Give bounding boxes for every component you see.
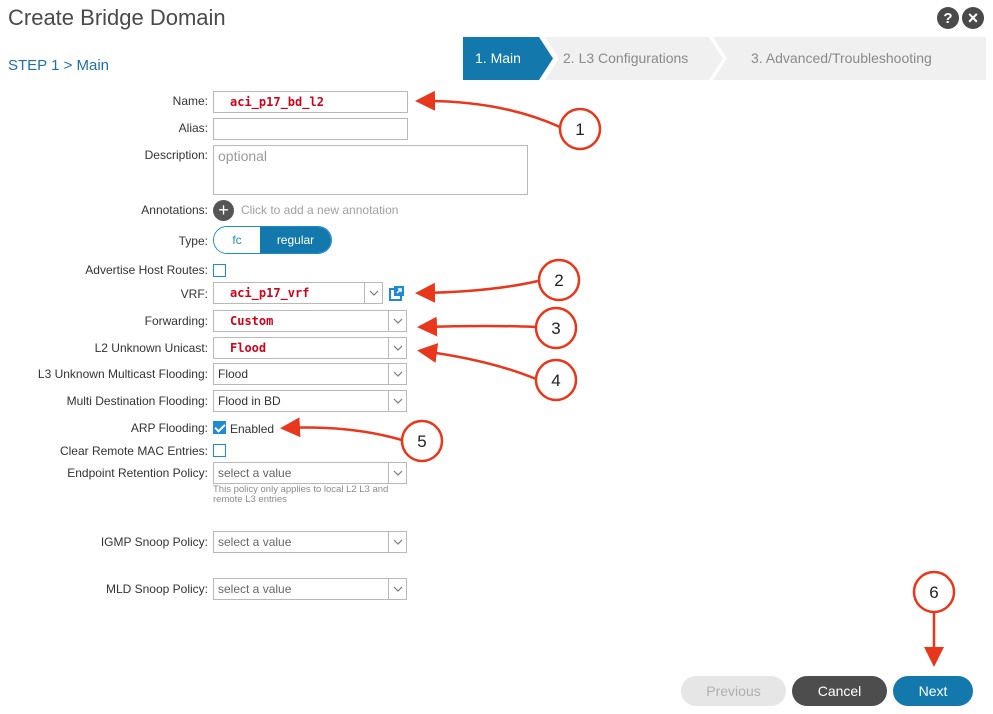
chevron-down-icon[interactable]	[388, 364, 406, 384]
name-label: Name:	[172, 94, 208, 108]
callout-circle-1	[558, 107, 602, 151]
add-annotation-icon[interactable]: +	[213, 200, 234, 221]
type-label: Type:	[178, 234, 208, 248]
endpoint-retention-value: select a value	[218, 466, 292, 480]
alias-input[interactable]	[213, 118, 408, 140]
annotation-overlay: 1 2 3 4 5 6	[280, 90, 956, 667]
multi-destination-label: Multi Destination Flooding:	[66, 394, 208, 408]
clear-remote-mac-checkbox[interactable]	[213, 444, 226, 457]
igmp-snoop-value: select a value	[218, 535, 292, 549]
endpoint-retention-hint: This policy only applies to local L2 L3 …	[213, 484, 389, 505]
multi-destination-value: Flood in BD	[218, 394, 281, 408]
dialog-title: Create Bridge Domain	[8, 5, 226, 30]
multi-destination-select[interactable]: Flood in BD	[213, 390, 407, 412]
mld-snoop-select[interactable]: select a value	[213, 578, 407, 600]
callout-number-6: 6	[929, 583, 938, 602]
callout-arrow-5	[280, 417, 403, 442]
add-annotation-hint[interactable]: Click to add a new annotation	[241, 203, 398, 217]
mld-snoop-value: select a value	[218, 582, 292, 596]
callout-circle-3	[534, 306, 578, 350]
previous-button[interactable]: Previous	[681, 676, 786, 706]
type-option-fc[interactable]: fc	[214, 227, 260, 253]
callout-arrow-4	[417, 343, 537, 381]
name-input[interactable]: aci_p17_bd_l2	[213, 91, 408, 113]
type-option-regular[interactable]: regular	[260, 227, 331, 253]
type-toggle[interactable]: fc regular	[213, 226, 332, 254]
endpoint-retention-label: Endpoint Retention Policy:	[67, 466, 208, 480]
advertise-host-routes-label: Advertise Host Routes:	[85, 263, 208, 277]
callout-number-5: 5	[417, 432, 426, 451]
callout-circle-4	[534, 358, 578, 402]
wizard-step-l3-configurations[interactable]: 2. L3 Configurations	[545, 37, 723, 80]
callout-circle-6	[912, 570, 956, 614]
vrf-value: aci_p17_vrf	[230, 286, 310, 300]
l3-unknown-multicast-label: L3 Unknown Multicast Flooding:	[37, 367, 208, 381]
callout-circle-2	[537, 258, 581, 302]
chevron-down-icon[interactable]	[388, 338, 406, 358]
forwarding-label: Forwarding:	[144, 314, 208, 328]
callout-number-4: 4	[551, 371, 560, 390]
endpoint-retention-select[interactable]: select a value	[213, 462, 407, 484]
chevron-down-icon[interactable]	[388, 532, 406, 552]
help-icon[interactable]: ?	[937, 7, 959, 29]
wizard-steps: 3. Advanced/Troubleshooting 2. L3 Config…	[463, 37, 986, 80]
callout-number-3: 3	[551, 319, 560, 338]
chevron-down-icon[interactable]	[364, 283, 382, 303]
callout-arrow-3	[417, 316, 537, 337]
advertise-host-routes-checkbox[interactable]	[213, 264, 226, 277]
forwarding-select[interactable]: Custom	[213, 310, 407, 332]
l2-unknown-unicast-select[interactable]: Flood	[213, 337, 407, 359]
alias-label: Alias:	[178, 121, 208, 135]
igmp-snoop-label: IGMP Snoop Policy:	[100, 535, 208, 549]
callout-arrow-1	[415, 90, 561, 129]
chevron-down-icon[interactable]	[388, 463, 406, 483]
cancel-button[interactable]: Cancel	[792, 676, 887, 706]
callout-arrow-2	[415, 279, 539, 303]
mld-snoop-label: MLD Snoop Policy:	[105, 582, 208, 596]
arp-flooding-checkbox[interactable]	[213, 421, 226, 434]
description-textarea[interactable]: optional	[213, 145, 528, 195]
chevron-down-icon[interactable]	[388, 579, 406, 599]
next-button[interactable]: Next	[893, 676, 973, 706]
igmp-snoop-select[interactable]: select a value	[213, 531, 407, 553]
l3-unknown-multicast-value: Flood	[218, 367, 249, 381]
step-breadcrumb: STEP 1 > Main	[8, 57, 110, 74]
vrf-select[interactable]: aci_p17_vrf	[213, 282, 383, 304]
l2-unknown-unicast-value: Flood	[230, 341, 267, 355]
l3-unknown-multicast-select[interactable]: Flood	[213, 363, 407, 385]
arp-flooding-label: ARP Flooding:	[130, 421, 208, 435]
l2-unknown-unicast-label: L2 Unknown Unicast:	[94, 341, 208, 355]
vrf-label: VRF:	[180, 287, 208, 301]
clear-remote-mac-label: Clear Remote MAC Entries:	[59, 444, 208, 458]
callout-number-2: 2	[554, 271, 563, 290]
forwarding-value: Custom	[230, 314, 274, 328]
annotations-label: Annotations:	[141, 203, 208, 217]
chevron-down-icon[interactable]	[388, 391, 406, 411]
chevron-down-icon[interactable]	[388, 311, 406, 331]
callout-circle-5	[400, 419, 444, 463]
wizard-step-advanced[interactable]: 3. Advanced/Troubleshooting	[713, 37, 986, 80]
wizard-step-main[interactable]: 1. Main	[463, 37, 553, 80]
open-link-icon[interactable]	[389, 285, 405, 301]
arp-flooding-enabled-text: Enabled	[230, 422, 275, 436]
callout-number-1: 1	[575, 120, 584, 139]
close-icon[interactable]: ×	[962, 7, 984, 29]
description-label: Description:	[144, 148, 208, 162]
